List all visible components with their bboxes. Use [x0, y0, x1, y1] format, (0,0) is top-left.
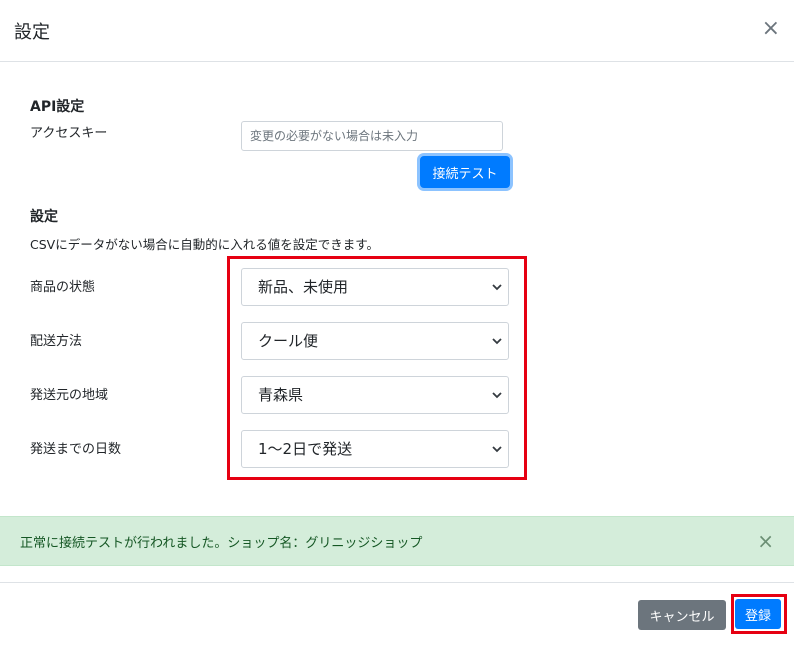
api-section-title: API設定: [30, 99, 85, 115]
success-alert: 正常に接続テストが行われました。ショップ名：グリニッジショップ ×: [0, 516, 794, 566]
cancel-button[interactable]: キャンセル: [638, 600, 726, 630]
modal-header: 設定 ×: [0, 0, 794, 62]
days-to-ship-select-value: 1〜2日で発送: [258, 440, 353, 458]
chevron-down-icon: [492, 284, 502, 291]
footer-divider: [0, 582, 794, 583]
condition-select-value: 新品、未使用: [258, 278, 349, 296]
shipping-method-select-value: クール便: [258, 332, 319, 350]
settings-modal: 設定 × API設定 アクセスキー 接続テスト 設定 CSVにデータがない場合に…: [0, 0, 794, 646]
shipping-method-select[interactable]: クール便: [241, 322, 509, 360]
ship-from-region-select[interactable]: 青森県: [241, 376, 509, 414]
condition-label: 商品の状態: [30, 280, 96, 295]
days-to-ship-select[interactable]: 1〜2日で発送: [241, 430, 509, 468]
chevron-down-icon: [492, 338, 502, 345]
days-to-ship-label: 発送までの日数: [30, 442, 122, 457]
access-key-input[interactable]: [241, 121, 503, 151]
connection-test-button[interactable]: 接続テスト: [420, 156, 510, 188]
chevron-down-icon: [492, 446, 502, 453]
access-key-label: アクセスキー: [30, 126, 108, 141]
alert-message: 正常に接続テストが行われました。ショップ名：グリニッジショップ: [20, 536, 423, 551]
settings-description: CSVにデータがない場合に自動的に入れる値を設定できます。: [30, 237, 379, 252]
alert-close-icon[interactable]: ×: [757, 529, 774, 553]
modal-title: 設定: [14, 22, 50, 43]
shipping-method-label: 配送方法: [30, 334, 83, 349]
ship-from-region-select-value: 青森県: [258, 386, 304, 404]
ship-from-region-label: 発送元の地域: [30, 388, 109, 403]
close-icon[interactable]: ×: [762, 16, 780, 42]
chevron-down-icon: [492, 392, 502, 399]
register-button[interactable]: 登録: [735, 599, 781, 629]
condition-select[interactable]: 新品、未使用: [241, 268, 509, 306]
settings-section-title: 設定: [30, 209, 58, 225]
